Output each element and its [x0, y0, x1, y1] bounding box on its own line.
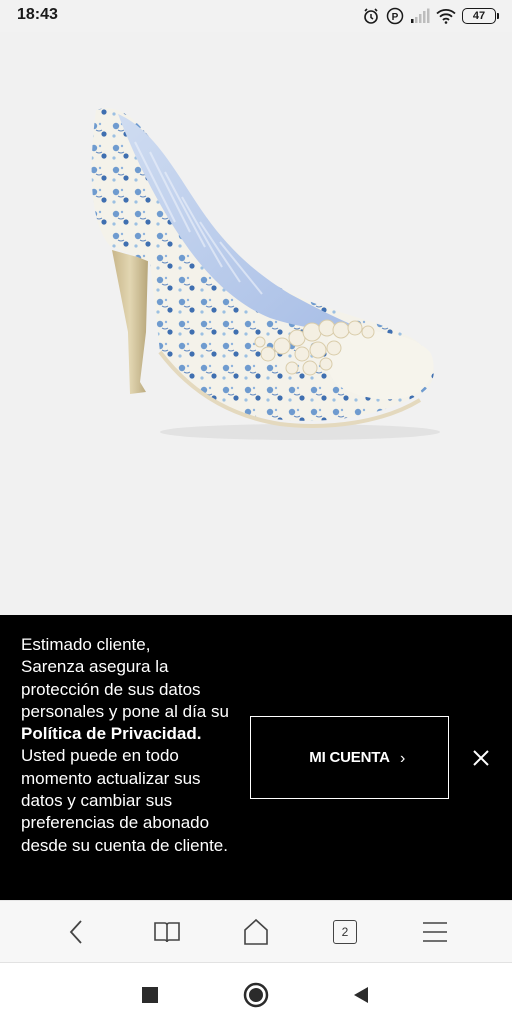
tabs-button[interactable]: 2 — [325, 914, 365, 950]
system-home-button[interactable] — [242, 981, 270, 1009]
system-back-button[interactable] — [347, 981, 375, 1009]
menu-button[interactable] — [415, 914, 455, 950]
privacy-message: Estimado cliente, Sarenza asegura la pro… — [21, 634, 236, 857]
signal-icon — [410, 8, 430, 24]
privacy-text-before-link: Sarenza asegura la protección de sus dat… — [21, 657, 229, 721]
back-icon — [354, 987, 368, 1003]
privacy-text-after-link: Usted puede en todo momento actualizar s… — [21, 746, 228, 855]
recents-icon — [142, 987, 158, 1003]
privacy-policy-link[interactable]: Política de Privacidad. — [21, 724, 201, 743]
wifi-icon — [436, 8, 456, 24]
status-bar: 18:43 P 47 — [0, 0, 512, 32]
close-banner-button[interactable] — [466, 743, 496, 773]
tabs-icon: 2 — [333, 920, 357, 944]
svg-text:P: P — [392, 12, 399, 23]
home-icon — [243, 982, 269, 1008]
p-badge-icon: P — [386, 7, 404, 25]
battery-icon: 47 — [462, 8, 499, 24]
status-time: 18:43 — [17, 6, 58, 23]
chevron-right-icon: › — [400, 750, 406, 767]
browser-toolbar: 2 — [0, 900, 512, 963]
home-button[interactable] — [236, 914, 276, 950]
recents-button[interactable] — [136, 981, 164, 1009]
back-icon — [69, 920, 82, 944]
product-image-area[interactable] — [0, 32, 512, 615]
my-account-button-label: MI CUENTA — [309, 749, 390, 766]
home-icon — [244, 918, 268, 945]
close-icon — [473, 750, 489, 766]
bookmarks-icon — [154, 922, 180, 943]
system-nav-bar — [0, 963, 512, 1024]
shoe-image-icon — [91, 108, 440, 440]
browser-back-button[interactable] — [57, 914, 97, 950]
status-icons: P 47 — [362, 7, 499, 25]
privacy-greeting: Estimado cliente, — [21, 635, 151, 654]
menu-icon — [423, 922, 447, 942]
bookmarks-button[interactable] — [147, 914, 187, 950]
my-account-button[interactable]: MI CUENTA › — [250, 716, 449, 799]
privacy-banner: Estimado cliente, Sarenza asegura la pro… — [0, 615, 512, 900]
alarm-icon — [362, 7, 380, 25]
